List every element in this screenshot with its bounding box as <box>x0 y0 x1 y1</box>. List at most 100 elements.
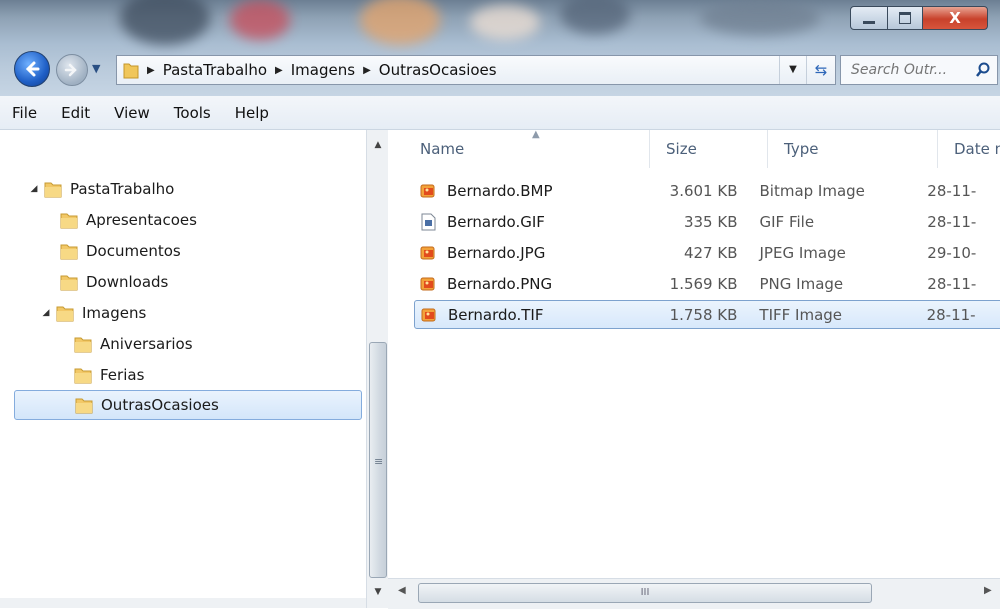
breadcrumb-separator-icon[interactable]: ▶ <box>363 65 371 76</box>
tree-item-documentos[interactable]: Documentos <box>44 238 181 264</box>
image-file-icon <box>420 277 435 290</box>
column-header-type[interactable]: Type <box>768 130 938 168</box>
close-button[interactable]: X <box>922 6 988 30</box>
file-row[interactable]: Bernardo.BMP 3.601 KB Bitmap Image 28-11… <box>414 176 1000 205</box>
file-date: 29-10- <box>927 243 977 262</box>
background-blur <box>560 0 630 34</box>
image-file-icon <box>420 184 435 197</box>
tree-item-label: Downloads <box>86 273 169 291</box>
file-name: Bernardo.JPG <box>447 243 546 262</box>
refresh-icon[interactable]: ⇆ <box>806 56 835 84</box>
tree-item-label: Documentos <box>86 242 181 260</box>
image-file-icon <box>421 308 436 321</box>
column-header-label: Date m <box>954 140 1000 158</box>
file-size: 1.569 KB <box>669 274 738 293</box>
back-arrow-icon <box>25 61 40 77</box>
address-bar[interactable]: ▶ PastaTrabalho ▶ Imagens ▶ OutrasOcasio… <box>116 55 836 85</box>
tree-item-aniversarios[interactable]: Aniversarios <box>58 331 193 357</box>
collapse-arrow-icon[interactable]: ◢ <box>40 308 52 318</box>
minimize-icon <box>863 20 875 24</box>
menu-file[interactable]: File <box>12 104 37 122</box>
column-header-size[interactable]: Size <box>650 130 768 168</box>
folder-icon <box>123 63 139 79</box>
forward-button[interactable] <box>56 54 88 86</box>
background-blur <box>120 0 210 45</box>
grip-icon: ≡ <box>374 455 384 468</box>
gif-file-icon <box>421 213 436 230</box>
column-header-date[interactable]: Date m <box>938 130 1000 168</box>
sort-ascending-icon: ▲ <box>532 130 540 140</box>
recent-pages-dropdown[interactable]: ▼ <box>92 62 100 75</box>
chevron-down-icon[interactable]: ▼ <box>779 56 806 84</box>
tree-item-ferias[interactable]: Ferias <box>58 362 144 388</box>
folder-icon <box>60 275 78 290</box>
breadcrumb-outrasocasioes[interactable]: OutrasOcasioes <box>379 61 497 79</box>
tree-item-label: Aniversarios <box>100 335 193 353</box>
file-row[interactable]: Bernardo.JPG 427 KB JPEG Image 29-10- <box>414 238 1000 267</box>
background-blur <box>360 0 440 45</box>
file-type: PNG Image <box>759 274 844 293</box>
scroll-up-icon[interactable]: ▲ <box>367 136 389 154</box>
tree-item-outrasocasioes[interactable]: OutrasOcasioes <box>14 390 362 420</box>
tree-item-downloads[interactable]: Downloads <box>44 269 168 295</box>
folder-icon <box>60 244 78 259</box>
column-header-label: Type <box>784 140 819 158</box>
file-row[interactable]: Bernardo.PNG 1.569 KB PNG Image 28-11- <box>414 269 1000 298</box>
menu-help[interactable]: Help <box>235 104 269 122</box>
window-titlebar: X ▼ ▶ PastaTrabalho ▶ Imagens ▶ OutrasOc… <box>0 0 1000 96</box>
file-name: Bernardo.TIF <box>448 305 544 324</box>
breadcrumb-pastatrabalho[interactable]: PastaTrabalho <box>163 61 267 79</box>
folder-icon <box>75 398 93 413</box>
folder-icon <box>44 182 62 197</box>
menu-view[interactable]: View <box>114 104 150 122</box>
breadcrumb-imagens[interactable]: Imagens <box>291 61 355 79</box>
minimize-button[interactable] <box>850 6 888 30</box>
background-blur <box>230 0 290 40</box>
file-type: Bitmap Image <box>759 181 865 200</box>
forward-arrow-icon <box>64 63 77 77</box>
menu-edit[interactable]: Edit <box>61 104 90 122</box>
tree-item-label: PastaTrabalho <box>70 180 175 198</box>
scrollbar-thumb[interactable]: III <box>418 583 872 603</box>
search-icon[interactable] <box>975 62 991 78</box>
file-date: 28-11- <box>927 181 977 200</box>
search-input[interactable] <box>849 61 971 79</box>
navigation-pane: ◢ PastaTrabalho Apresentacoes Documentos… <box>0 130 366 608</box>
column-header-name[interactable]: ▲ Name <box>404 130 650 168</box>
file-type: TIFF Image <box>759 305 843 324</box>
file-size: 1.758 KB <box>669 305 738 324</box>
image-file-icon <box>420 246 435 259</box>
column-header-label: Name <box>420 140 465 158</box>
collapse-arrow-icon[interactable]: ◢ <box>28 184 40 194</box>
folder-icon <box>60 213 78 228</box>
background-blur <box>470 5 540 40</box>
column-header-label: Size <box>666 140 697 158</box>
file-list-horizontal-scrollbar[interactable]: ◀ III ▶ <box>388 578 1000 609</box>
file-date: 28-11- <box>927 274 977 293</box>
file-row[interactable]: Bernardo.GIF 335 KB GIF File 28-11- <box>414 207 1000 236</box>
scrollbar-thumb[interactable]: ≡ <box>369 342 387 578</box>
tree-item-label: Imagens <box>82 304 147 322</box>
nav-pane-scrollbar[interactable]: ▲ ≡ ▼ <box>366 130 389 608</box>
file-date: 28-11- <box>927 212 977 231</box>
breadcrumb-separator-icon[interactable]: ▶ <box>147 65 155 76</box>
back-button[interactable] <box>14 51 50 87</box>
menu-bar: File Edit View Tools Help <box>0 96 1000 130</box>
scroll-down-icon[interactable]: ▼ <box>367 583 389 601</box>
scroll-right-icon[interactable]: ▶ <box>984 585 992 596</box>
folder-icon <box>56 306 74 321</box>
folder-icon <box>74 337 92 352</box>
search-box[interactable] <box>840 55 998 85</box>
file-row-selected[interactable]: Bernardo.TIF 1.758 KB TIFF Image 28-11- <box>414 300 1000 329</box>
scroll-left-icon[interactable]: ◀ <box>398 585 406 596</box>
maximize-button[interactable] <box>887 6 923 30</box>
background-blur <box>700 0 820 35</box>
breadcrumb-separator-icon[interactable]: ▶ <box>275 65 283 76</box>
tree-item-imagens[interactable]: ◢ Imagens <box>40 300 147 326</box>
tree-item-apresentacoes[interactable]: Apresentacoes <box>44 207 197 233</box>
maximize-icon <box>899 12 911 24</box>
folder-icon <box>74 368 92 383</box>
menu-tools[interactable]: Tools <box>174 104 211 122</box>
tree-item-pastatrabalho[interactable]: ◢ PastaTrabalho <box>28 176 175 202</box>
file-name: Bernardo.PNG <box>447 274 553 293</box>
